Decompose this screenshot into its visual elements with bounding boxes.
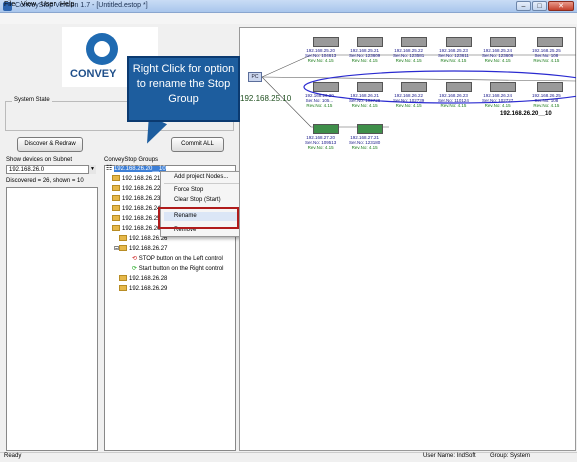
tree-row[interactable]: 192.168.26.29 [119,284,167,294]
device-icon[interactable] [537,37,563,47]
device-icon[interactable] [401,37,427,47]
tree-row[interactable]: ⟳ Start button on the Right control [132,264,223,274]
logo-icon-inner [94,41,110,57]
tree-row-label: 192.168.26.25 [122,216,161,222]
menu-clear-stop[interactable]: Clear Stop (Start) [174,197,221,203]
subnet-select[interactable]: 192.168.26.0 [6,165,96,174]
device-label: 192.168.26.23 Ser.No: 110124 Rev.No: 4.15 [438,93,469,108]
device-label: 192.168.26.20 Ser.No: 105... Rev.No: 4.15 [305,93,334,108]
stop-icon: ⟲ [132,256,138,262]
group-label: 192.168.26.20__10 [500,111,552,117]
menu-help[interactable]: Help [60,1,74,8]
status-text: Ready [4,453,22,459]
tree-label: ConveyStop Groups [104,157,159,163]
device-label: 192.168.26.22 Ser.No: 102739 Rev.No: 4.15 [393,93,425,108]
tree-row-label: 192.168.26.24 [122,206,161,212]
device-label: 192.168.25.22 Ser.No: 123581 Rev.No: 4.15 [393,48,425,63]
chevron-down-icon[interactable]: ▼ [88,165,96,174]
tree-row-label: Start button on the Right control [138,266,224,272]
rename-highlight-box [158,207,239,229]
device-icon[interactable] [537,82,563,92]
tree-row[interactable]: 192.168.26.26 [112,224,160,234]
folder-icon [112,195,120,202]
tree-root[interactable]: ☷ 192.168.26.20__10 [106,164,166,174]
pc-ip: 192.168.25.10 [240,94,292,103]
tree-row[interactable]: 192.168.26.28 [119,274,167,284]
tree-row-label: 192.168.26.28 [129,276,168,282]
folder-icon [119,275,127,282]
menu-force-stop[interactable]: Force Stop [174,187,203,193]
menu-bar [0,13,577,24]
device-icon[interactable] [401,82,427,92]
folder-icon [119,285,127,292]
devices-list[interactable] [6,187,98,451]
discover-redraw-button[interactable]: Discover & Redraw [17,137,83,152]
device-label: 192.168.26.21 Ser.No: 102728 Rev.No: 4.15 [349,93,381,108]
tree-row-label: 192.168.26.27 [129,246,168,252]
tree-row[interactable]: 192.168.26.25 [112,214,160,224]
device-icon[interactable] [357,37,383,47]
system-state-label: System State [12,97,52,103]
tree-row-label: 192.168.26.26 [122,226,161,232]
pc-icon[interactable]: PC [248,72,262,82]
device-icon[interactable] [313,82,339,92]
tree-row-label: 192.168.26.29 [129,286,168,292]
network-icon: ☷ [106,165,113,172]
device-icon[interactable] [357,124,383,134]
tutorial-callout: Right Click for option to rename the Sto… [127,56,240,122]
tree-row[interactable]: 192.168.26.24 [112,204,160,214]
device-label: 192.168.27.21 Ser.No: 123180 Rev.No: 4.15 [349,135,381,150]
tree-row[interactable]: 192.168.26.22 [112,184,160,194]
tree-root-label[interactable]: 192.168.26.20__10 [113,166,166,172]
folder-icon [112,175,120,182]
device-label: 192.168.25.25 Ser.No: 108 Rev.No: 4.15 [532,48,561,63]
tree-row-label: 192.168.26.23 [122,196,161,202]
discovered-count: Discovered = 26, shown = 10 [6,178,84,184]
device-label: 192.168.25.20 Ser.No: 104613 Rev.No: 4.15 [305,48,337,63]
device-icon[interactable] [446,82,472,92]
start-icon: ⟳ [132,266,138,272]
folder-icon [112,215,120,222]
logo-text: CONVEY [70,68,117,80]
maximize-button[interactable]: □ [532,1,547,11]
tree-row-label: 192.168.26.21 [122,176,161,182]
device-icon[interactable] [446,37,472,47]
commit-all-button[interactable]: Commit ALL [171,137,224,152]
folder-icon [119,235,127,242]
folder-icon [112,205,120,212]
menu-view[interactable]: View [21,1,36,8]
status-user: User Name: IndSoft [423,453,476,459]
device-label: 192.168.25.21 Ser.No: 123609 Rev.No: 4.15 [349,48,381,63]
device-label: 192.168.25.24 Ser.No: 123606 Rev.No: 4.15 [482,48,514,63]
device-label: 192.168.25.23 Ser.No: 123611 Rev.No: 4.15 [438,48,469,63]
tree-row-label: 192.168.26.22 [122,186,161,192]
folder-icon [119,245,128,252]
tree-row[interactable]: 192.168.26.23 [112,194,160,204]
status-group: Group: System [490,453,531,459]
subnet-label: Show devices on Subnet [6,157,73,163]
minimize-button[interactable]: – [516,1,531,11]
device-label: 192.168.27.20 Ser.No: 109513 Rev.No: 4.15 [305,135,337,150]
close-button[interactable]: ✕ [548,1,574,11]
device-label: 192.168.26.25 Ser.No: 108 Rev.No: 4.15 [532,93,561,108]
device-icon[interactable] [313,124,339,134]
device-label: 192.168.26.24 Ser.No: 102727 Rev.No: 4.15 [482,93,514,108]
folder-icon [112,185,120,192]
tree-row[interactable]: 192.168.26.21 [112,174,160,184]
folder-icon [112,225,120,232]
tree-row[interactable]: ⊟ 192.168.26.27 [114,244,167,254]
device-icon[interactable] [313,37,339,47]
menu-add-project-nodes[interactable]: Add project Nodes... [174,174,228,180]
menu-file[interactable]: File [4,1,15,8]
device-icon[interactable] [357,82,383,92]
tree-row-label: STOP button on the Left control [138,256,223,262]
tree-row[interactable]: ⟲ STOP button on the Left control [132,254,223,264]
device-icon[interactable] [490,82,516,92]
menu-user[interactable]: User [41,1,56,8]
device-icon[interactable] [490,37,516,47]
